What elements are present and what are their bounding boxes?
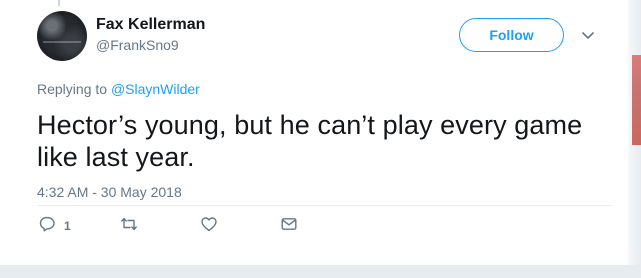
like-icon	[200, 215, 218, 238]
direct-message-icon	[280, 215, 298, 238]
tweet-timestamp[interactable]: 4:32 AM - 30 May 2018	[37, 183, 182, 201]
reply-button[interactable]: 1	[38, 215, 71, 237]
reply-context: Replying to @SlaynWilder	[37, 80, 200, 98]
author-handle[interactable]: @FrankSno9	[96, 36, 179, 54]
direct-message-button[interactable]	[280, 215, 298, 237]
divider	[37, 205, 612, 206]
retweet-icon	[120, 215, 138, 238]
author-name[interactable]: Fax Kellerman	[96, 15, 205, 34]
reply-context-prefix: Replying to	[37, 81, 108, 97]
timeline-footer-bar	[0, 265, 641, 278]
tweet-page: Fax Kellerman @FrankSno9 Follow Replying…	[0, 0, 641, 278]
thread-connector-line	[58, 0, 60, 6]
avatar[interactable]	[37, 11, 87, 61]
retweet-button[interactable]	[120, 215, 138, 237]
follow-button[interactable]: Follow	[459, 18, 564, 52]
caret-down-icon[interactable]	[581, 28, 595, 42]
like-button[interactable]	[200, 215, 218, 237]
tweet-text: Hector’s young, but he can’t play every …	[37, 110, 583, 172]
background-edge	[628, 0, 641, 265]
tweet-card: Fax Kellerman @FrankSno9 Follow Replying…	[0, 0, 628, 265]
reply-mention-link[interactable]: @SlaynWilder	[111, 81, 200, 97]
reply-icon	[38, 215, 56, 238]
reply-count: 1	[64, 219, 71, 233]
